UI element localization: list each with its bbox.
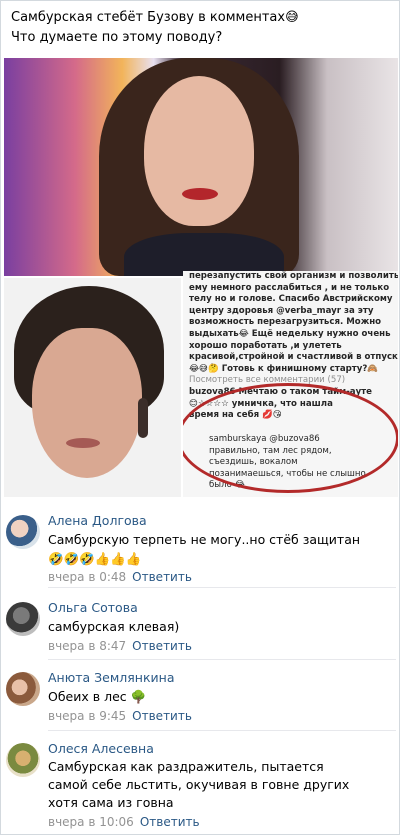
comment-text-line: самой себе льстить, окучивая в говне дру… <box>48 777 350 792</box>
photo-lips <box>66 438 100 448</box>
comment-text-line: хотя сама из говна <box>48 795 174 810</box>
comment-text-line: 🤣🤣🤣👍👍👍 <box>48 551 142 566</box>
highlight-circle <box>183 383 398 493</box>
caption-line: возможность перезагрузиться. Можно <box>189 317 382 328</box>
comment-time[interactable]: вчера в 10:06 <box>48 815 134 829</box>
comment-meta: вчера в 8:47 Ответить <box>48 639 192 653</box>
comment-time[interactable]: вчера в 9:45 <box>48 709 126 723</box>
photo-dress <box>124 233 284 276</box>
photo-buzova[interactable] <box>4 58 398 276</box>
comment-author[interactable]: Ольга Сотова <box>48 600 138 615</box>
comment-text-line: Самбурскую терпеть не могу..но стёб защи… <box>48 532 361 547</box>
comment-meta: вчера в 0:48 Ответить <box>48 570 192 584</box>
caption-line: красивой,стройной и счастливой в отпуск <box>189 352 398 363</box>
comment-author[interactable]: Анюта Землянкина <box>48 670 174 685</box>
caption-line: перезапустить свой организм и позволить <box>189 271 398 281</box>
avatar[interactable] <box>6 743 40 777</box>
post-text-line: Самбурская стебёт Бузову в комментах😅 <box>11 10 299 25</box>
caption-line: хорошо поработать ,и улететь <box>189 340 342 351</box>
divider <box>48 587 396 588</box>
photo-earring <box>138 398 148 438</box>
photo-face <box>32 328 142 478</box>
photo-instagram-comments[interactable]: перезапустить свой организм и позволить … <box>183 271 398 497</box>
caption-line: 😂😅🤔 Готовь к финишному старту?🙈 <box>189 363 379 374</box>
reply-link[interactable]: Ответить <box>132 570 192 584</box>
comment-time[interactable]: вчера в 0:48 <box>48 570 126 584</box>
comment-text-line: Самбурская как раздражитель, пытается <box>48 759 324 774</box>
photo-face <box>144 76 254 226</box>
comment-author[interactable]: Алена Долгова <box>48 513 147 528</box>
comment-time[interactable]: вчера в 8:47 <box>48 639 126 653</box>
caption-line: ему немного расслабиться , и не только <box>189 282 390 293</box>
comment-text-line: Обеих в лес 🌳 <box>48 689 147 704</box>
comment-author[interactable]: Олеся Алесевна <box>48 741 154 756</box>
reply-link[interactable]: Ответить <box>140 815 200 829</box>
caption-line: телу но и голове. Спасибо Австрийскому <box>189 294 393 305</box>
comment-meta: вчера в 9:45 Ответить <box>48 709 192 723</box>
photo-lips <box>182 188 218 200</box>
post-text-line: Что думаете по этому поводу? <box>11 30 223 45</box>
caption-line: центру здоровья @verba_mayr за эту <box>189 305 374 316</box>
reply-link[interactable]: Ответить <box>132 709 192 723</box>
avatar[interactable] <box>6 602 40 636</box>
caption-line: выдыхать😂 Ещё недельку нужно очень <box>189 328 391 339</box>
avatar[interactable] <box>6 672 40 706</box>
post-text: Самбурская стебёт Бузову в комментах😅 Чт… <box>11 8 391 48</box>
post-card: Самбурская стебёт Бузову в комментах😅 Чт… <box>0 0 400 835</box>
photo-samburskaya[interactable] <box>4 278 181 497</box>
divider <box>48 659 396 660</box>
avatar[interactable] <box>6 515 40 549</box>
comment-meta: вчера в 10:06 Ответить <box>48 815 200 829</box>
reply-link[interactable]: Ответить <box>132 639 192 653</box>
comment-text-line: самбурская клевая) <box>48 619 180 634</box>
divider <box>48 730 396 731</box>
